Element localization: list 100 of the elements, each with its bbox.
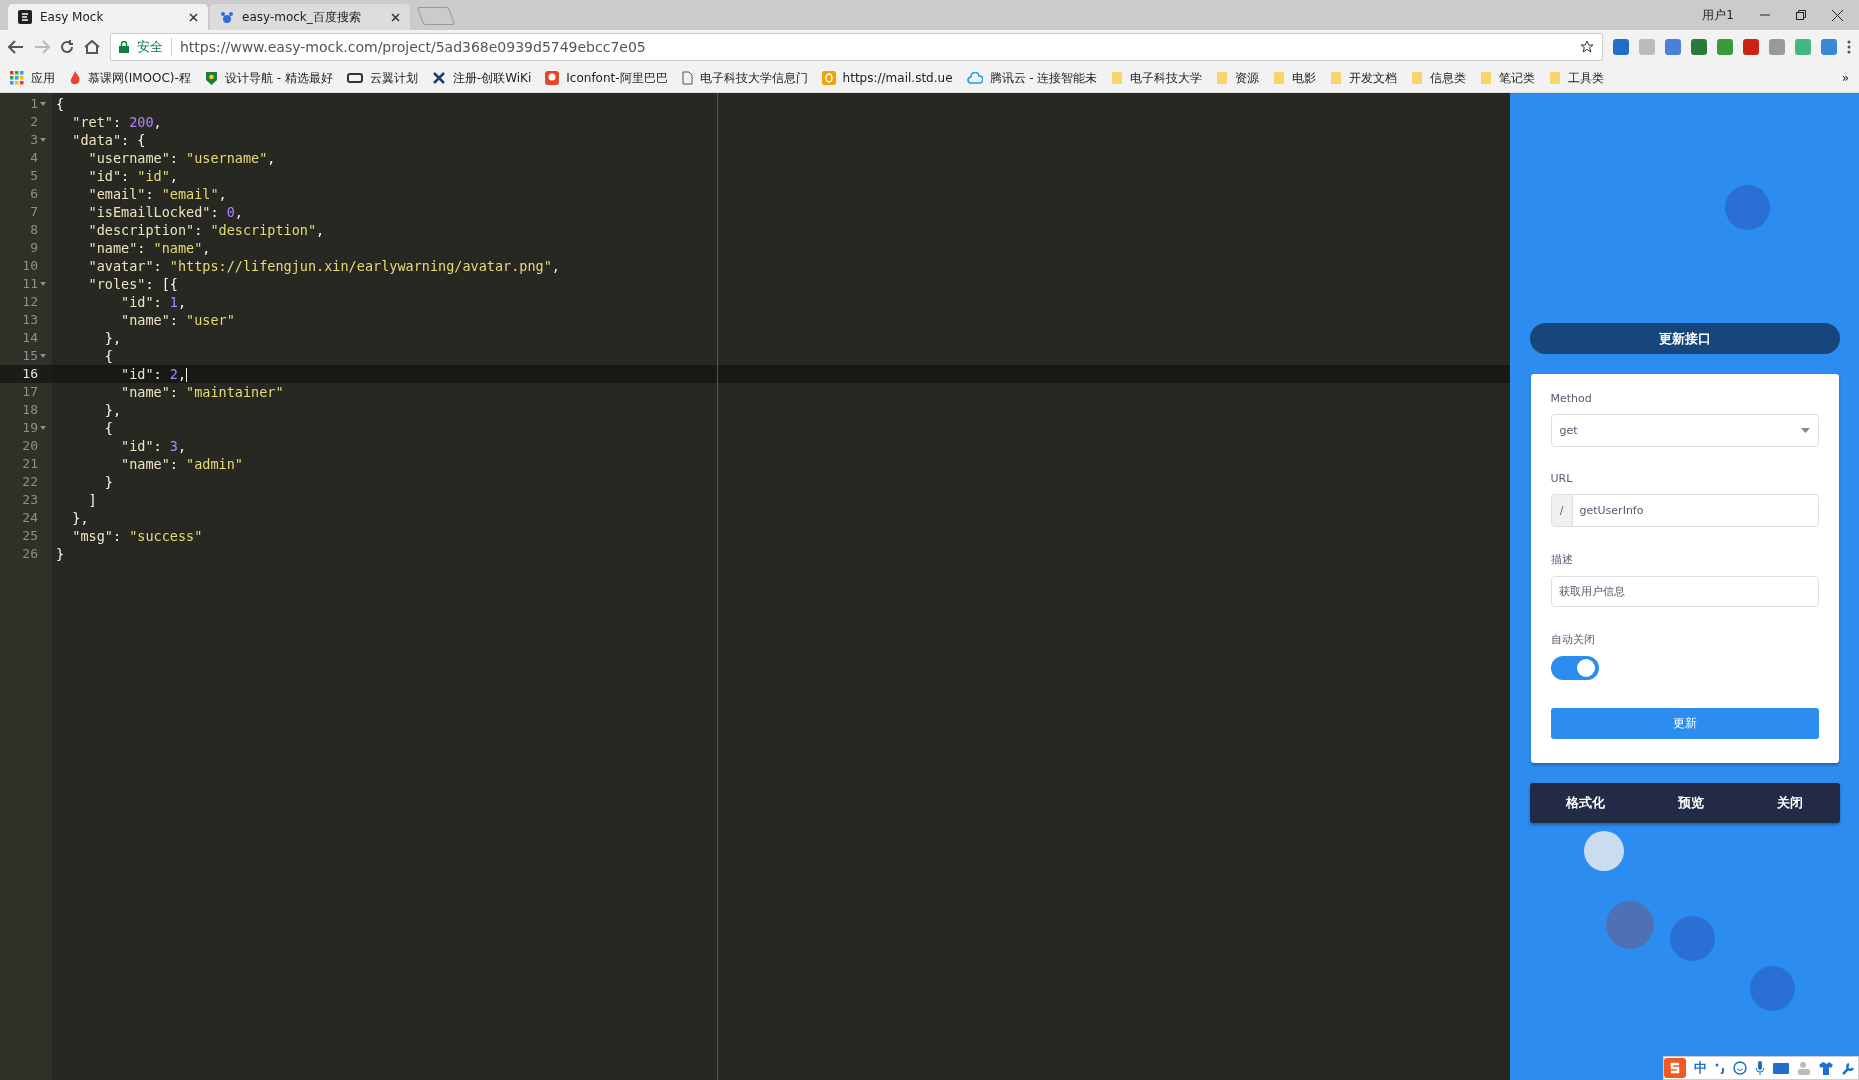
bookmark-link[interactable]: 设计导航 - 精选最好 bbox=[204, 69, 333, 87]
action-button[interactable]: 预览 bbox=[1672, 793, 1710, 813]
code-line: "id": 1, bbox=[120, 293, 187, 311]
home-icon[interactable] bbox=[84, 40, 100, 54]
line-number: 3 bbox=[30, 131, 38, 149]
address-bar[interactable]: 安全 https://www.easy-mock.com/project/5ad368e0939d5749ebcc7e05 bbox=[110, 33, 1603, 61]
code-line: "description": "description", bbox=[87, 221, 325, 239]
panel-title: 更新接口 bbox=[1529, 323, 1840, 354]
bubble-decoration bbox=[1670, 916, 1715, 961]
bookmark-link[interactable]: 信息类 bbox=[1411, 69, 1467, 87]
reload-icon[interactable] bbox=[60, 40, 74, 54]
folder-icon bbox=[1549, 71, 1562, 85]
folder-icon bbox=[1480, 71, 1493, 85]
bookmark-link[interactable]: 笔记类 bbox=[1480, 69, 1536, 87]
more-bookmarks-chevron[interactable]: » bbox=[1841, 71, 1849, 85]
line-number: 10 bbox=[22, 257, 38, 275]
line-number: 12 bbox=[22, 293, 38, 311]
description-field[interactable]: 获取用户信息 bbox=[1550, 576, 1819, 607]
close-icon[interactable] bbox=[391, 12, 400, 22]
bookmark-link[interactable]: 应用 bbox=[10, 69, 55, 87]
toggle-switch[interactable] bbox=[1550, 656, 1599, 680]
code-line: "id": "id", bbox=[87, 167, 178, 185]
line-number: 17 bbox=[22, 383, 38, 401]
smiley-icon[interactable] bbox=[1733, 1061, 1747, 1075]
fold-arrow-icon[interactable] bbox=[40, 282, 46, 286]
star-icon[interactable] bbox=[1580, 40, 1594, 54]
paw-icon bbox=[220, 10, 234, 24]
bookmark-link[interactable]: 慕课网(IMOOC)-程 bbox=[69, 69, 191, 87]
line-number: 14 bbox=[22, 329, 38, 347]
code-line: { bbox=[103, 419, 113, 437]
code-line: "id": 2, bbox=[120, 365, 188, 383]
line-number: 21 bbox=[22, 455, 38, 473]
line-number: 24 bbox=[22, 509, 38, 527]
bookmark-link[interactable]: 资源 bbox=[1216, 69, 1260, 87]
code-line: }, bbox=[71, 509, 89, 527]
line-number: 1 bbox=[30, 95, 38, 113]
bookmark-link[interactable]: 注册-创联WiKi bbox=[431, 69, 532, 87]
code-line: "username": "username", bbox=[87, 149, 276, 167]
close-icon[interactable] bbox=[189, 12, 198, 22]
code-line: }, bbox=[103, 401, 122, 419]
browser-tab[interactable]: easy-mock_百度搜索 bbox=[210, 4, 410, 30]
fold-arrow-icon[interactable] bbox=[40, 426, 46, 430]
ime-logo-icon[interactable] bbox=[1664, 1058, 1686, 1078]
bookmark-link[interactable]: 开发文档 bbox=[1330, 69, 1398, 87]
caret-icon bbox=[1800, 428, 1810, 433]
line-number: 2 bbox=[30, 113, 38, 131]
fold-arrow-icon[interactable] bbox=[40, 102, 46, 106]
punctuation-icon[interactable] bbox=[1715, 1062, 1725, 1074]
wrench-icon[interactable] bbox=[1841, 1061, 1854, 1075]
line-number: 16 bbox=[22, 365, 38, 383]
restore-icon[interactable] bbox=[1796, 10, 1806, 20]
microphone-icon[interactable] bbox=[1755, 1061, 1765, 1075]
action-button[interactable]: 格式化 bbox=[1560, 793, 1611, 813]
url-input[interactable]: getUserInfo bbox=[1572, 504, 1818, 517]
coin-icon bbox=[821, 71, 836, 85]
line-number: 5 bbox=[30, 167, 38, 185]
apps-grid-icon bbox=[10, 71, 24, 85]
url-field[interactable]: / getUserInfo bbox=[1550, 494, 1819, 527]
bookmark-link[interactable]: 工具类 bbox=[1549, 69, 1605, 87]
bookmark-link[interactable]: 腾讯云 - 连接智能未 bbox=[966, 69, 1098, 87]
bookmark-link[interactable]: 电子科技大学 bbox=[1111, 69, 1203, 87]
fold-arrow-icon[interactable] bbox=[40, 354, 46, 358]
profile-name[interactable]: 用户1 bbox=[1702, 6, 1734, 24]
bookmark-link[interactable]: 电子科技大学信息门 bbox=[681, 69, 808, 87]
code-line: { bbox=[103, 347, 113, 365]
code-line: "id": 3, bbox=[120, 437, 187, 455]
folder-icon bbox=[1330, 71, 1343, 85]
url-prefix: / bbox=[1551, 495, 1573, 526]
bubble-decoration bbox=[1584, 831, 1624, 871]
code-line: "name": "admin" bbox=[120, 455, 243, 473]
bookmark-link[interactable]: https://mail.std.ue bbox=[821, 71, 953, 85]
line-number: 20 bbox=[22, 437, 38, 455]
line-number: 22 bbox=[22, 473, 38, 491]
lock-icon bbox=[119, 41, 129, 53]
back-arrow-icon[interactable] bbox=[8, 40, 24, 54]
input-mode-label[interactable]: 中 bbox=[1694, 1059, 1707, 1077]
close-icon[interactable] bbox=[1832, 9, 1843, 21]
code-line: "avatar": "https://lifengjun.xin/earlywarning/avatar.png", bbox=[87, 257, 560, 275]
line-number: 8 bbox=[30, 221, 38, 239]
code-line: "email": "email", bbox=[87, 185, 227, 203]
line-number: 7 bbox=[30, 203, 38, 221]
field-label: 描述 bbox=[1550, 552, 1574, 567]
bookmark-link[interactable]: 云翼计划 bbox=[346, 69, 418, 87]
action-button[interactable]: 关闭 bbox=[1771, 793, 1809, 813]
folder-icon bbox=[1411, 71, 1424, 85]
line-number: 9 bbox=[30, 239, 38, 257]
code-line: "ret": 200, bbox=[71, 113, 162, 131]
bubble-decoration bbox=[1725, 185, 1770, 230]
shirt-icon[interactable] bbox=[1819, 1061, 1833, 1075]
method-select[interactable]: get bbox=[1550, 414, 1819, 447]
bubble-decoration bbox=[1606, 901, 1654, 949]
code-line: } bbox=[55, 545, 65, 563]
browser-tab[interactable]: Easy Mock bbox=[8, 4, 208, 30]
more-menu-icon[interactable] bbox=[1847, 40, 1851, 54]
bookmark-link[interactable]: 电影 bbox=[1273, 69, 1317, 87]
bookmark-link[interactable]: Iconfont-阿里巴巴 bbox=[545, 69, 668, 87]
security-label: 安全 bbox=[137, 38, 172, 56]
line-number: 4 bbox=[30, 149, 38, 167]
fold-arrow-icon[interactable] bbox=[40, 138, 46, 142]
url-text: https://www.easy-mock.com/project/5ad368e0939d5749ebcc7e05 bbox=[180, 39, 647, 55]
